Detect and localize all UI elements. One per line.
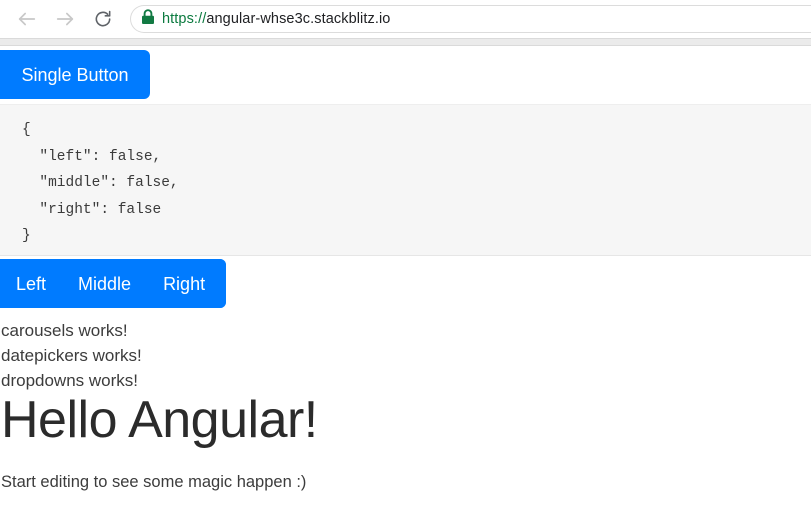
works-line-carousels: carousels works! bbox=[1, 321, 128, 340]
address-bar-url: https://angular-whse3c.stackblitz.io bbox=[162, 11, 390, 27]
url-host: angular-whse3c.stackblitz.io bbox=[206, 11, 391, 27]
works-list: carousels works! datepickers works! drop… bbox=[0, 318, 811, 393]
single-button-row: Single Button bbox=[0, 50, 811, 100]
json-line-middle: "middle": false, bbox=[22, 175, 179, 191]
works-line-datepickers: datepickers works! bbox=[1, 346, 142, 365]
forward-arrow-icon bbox=[54, 8, 76, 30]
url-scheme: https:// bbox=[162, 11, 207, 27]
single-button[interactable]: Single Button bbox=[0, 50, 150, 99]
json-line-open: { bbox=[22, 122, 31, 138]
json-line-left: "left": false, bbox=[22, 148, 162, 165]
button-group-row: Left Middle Right bbox=[0, 259, 811, 311]
button-group-middle[interactable]: Middle bbox=[62, 259, 148, 308]
works-line-dropdowns: dropdowns works! bbox=[1, 371, 139, 390]
button-group: Left Middle Right bbox=[0, 259, 227, 308]
button-group-right[interactable]: Right bbox=[147, 259, 227, 308]
page-subtext: Start editing to see some magic happen :… bbox=[1, 473, 307, 491]
lock-icon[interactable] bbox=[141, 8, 155, 30]
forward-button[interactable] bbox=[46, 4, 84, 34]
back-button[interactable] bbox=[8, 4, 46, 34]
toolbar-divider bbox=[0, 38, 811, 46]
reload-icon bbox=[93, 9, 113, 29]
json-line-close: } bbox=[22, 228, 31, 244]
address-bar[interactable]: https://angular-whse3c.stackblitz.io bbox=[130, 5, 811, 33]
back-arrow-icon bbox=[16, 8, 38, 30]
page-title: Hello Angular! bbox=[1, 391, 318, 449]
json-line-right: "right": false bbox=[22, 201, 162, 218]
page-viewport: Single Button { "left": false, "middle":… bbox=[0, 46, 811, 527]
reload-button[interactable] bbox=[84, 4, 122, 34]
json-output-text: { "left": false, "middle": false, "right… bbox=[0, 105, 811, 250]
browser-toolbar: https://angular-whse3c.stackblitz.io bbox=[0, 0, 811, 38]
button-group-left[interactable]: Left bbox=[0, 259, 63, 308]
json-output-panel: { "left": false, "middle": false, "right… bbox=[0, 104, 811, 256]
